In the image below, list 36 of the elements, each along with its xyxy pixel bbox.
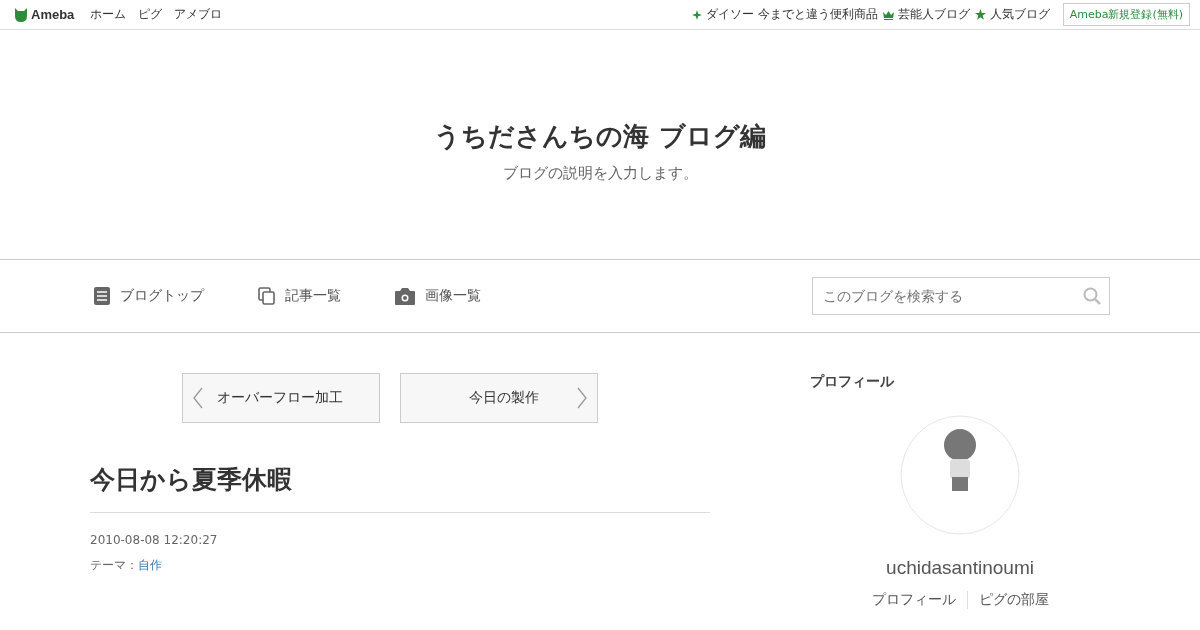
document-icon (94, 287, 110, 305)
top-link[interactable]: 人気ブログ (974, 6, 1050, 23)
previous-post-button[interactable]: オーバーフロー加工 (182, 373, 380, 423)
ameba-logo[interactable]: Ameba (14, 6, 75, 23)
star-icon (974, 9, 986, 20)
theme-label: テーマ： (90, 558, 138, 572)
menu-link[interactable]: 画像一覧 (395, 287, 481, 305)
avatar-icon[interactable] (900, 415, 1020, 535)
search-field[interactable]: このブログを検索する (812, 277, 1110, 315)
profile-link[interactable]: プロフィール (860, 591, 967, 609)
blog-description: ブログの説明を入力します。 (502, 163, 698, 183)
sparkle-icon (691, 9, 702, 20)
chevron-left-icon (193, 387, 203, 409)
copy-icon (258, 287, 275, 305)
chevron-right-icon (577, 387, 587, 409)
profile-link[interactable]: ピグの部屋 (966, 591, 1060, 609)
nav-link[interactable]: ホーム (90, 6, 127, 23)
crown-icon (882, 9, 894, 20)
next-post-button[interactable]: 今日の製作 (400, 373, 598, 423)
top-link[interactable]: ダイソー 今までと違う便利商品 (691, 6, 878, 23)
creature-icon (14, 6, 28, 23)
section-heading: プロフィール (810, 373, 894, 391)
menu-link[interactable]: ブログトップ (94, 287, 204, 305)
blog-title[interactable]: うちださんちの海 ブログ編 (434, 118, 766, 154)
search-icon (1083, 287, 1101, 305)
profile-name[interactable]: uchidasantinoumi (886, 557, 1034, 579)
post-date: 2010-08-08 12:20:27 (90, 533, 219, 547)
theme-link[interactable]: 自作 (138, 558, 162, 572)
nav-link[interactable]: アメブロ (174, 6, 223, 23)
signup-button[interactable]: Ameba新規登録(無料) (1062, 3, 1190, 26)
top-link[interactable]: 芸能人ブログ (882, 6, 970, 23)
article-title[interactable]: 今日から夏季休暇 (90, 463, 710, 513)
logo-text: Ameba (31, 7, 75, 22)
menu-link[interactable]: 記事一覧 (258, 287, 341, 305)
camera-icon (395, 287, 415, 305)
nav-link[interactable]: ピグ (138, 6, 163, 23)
